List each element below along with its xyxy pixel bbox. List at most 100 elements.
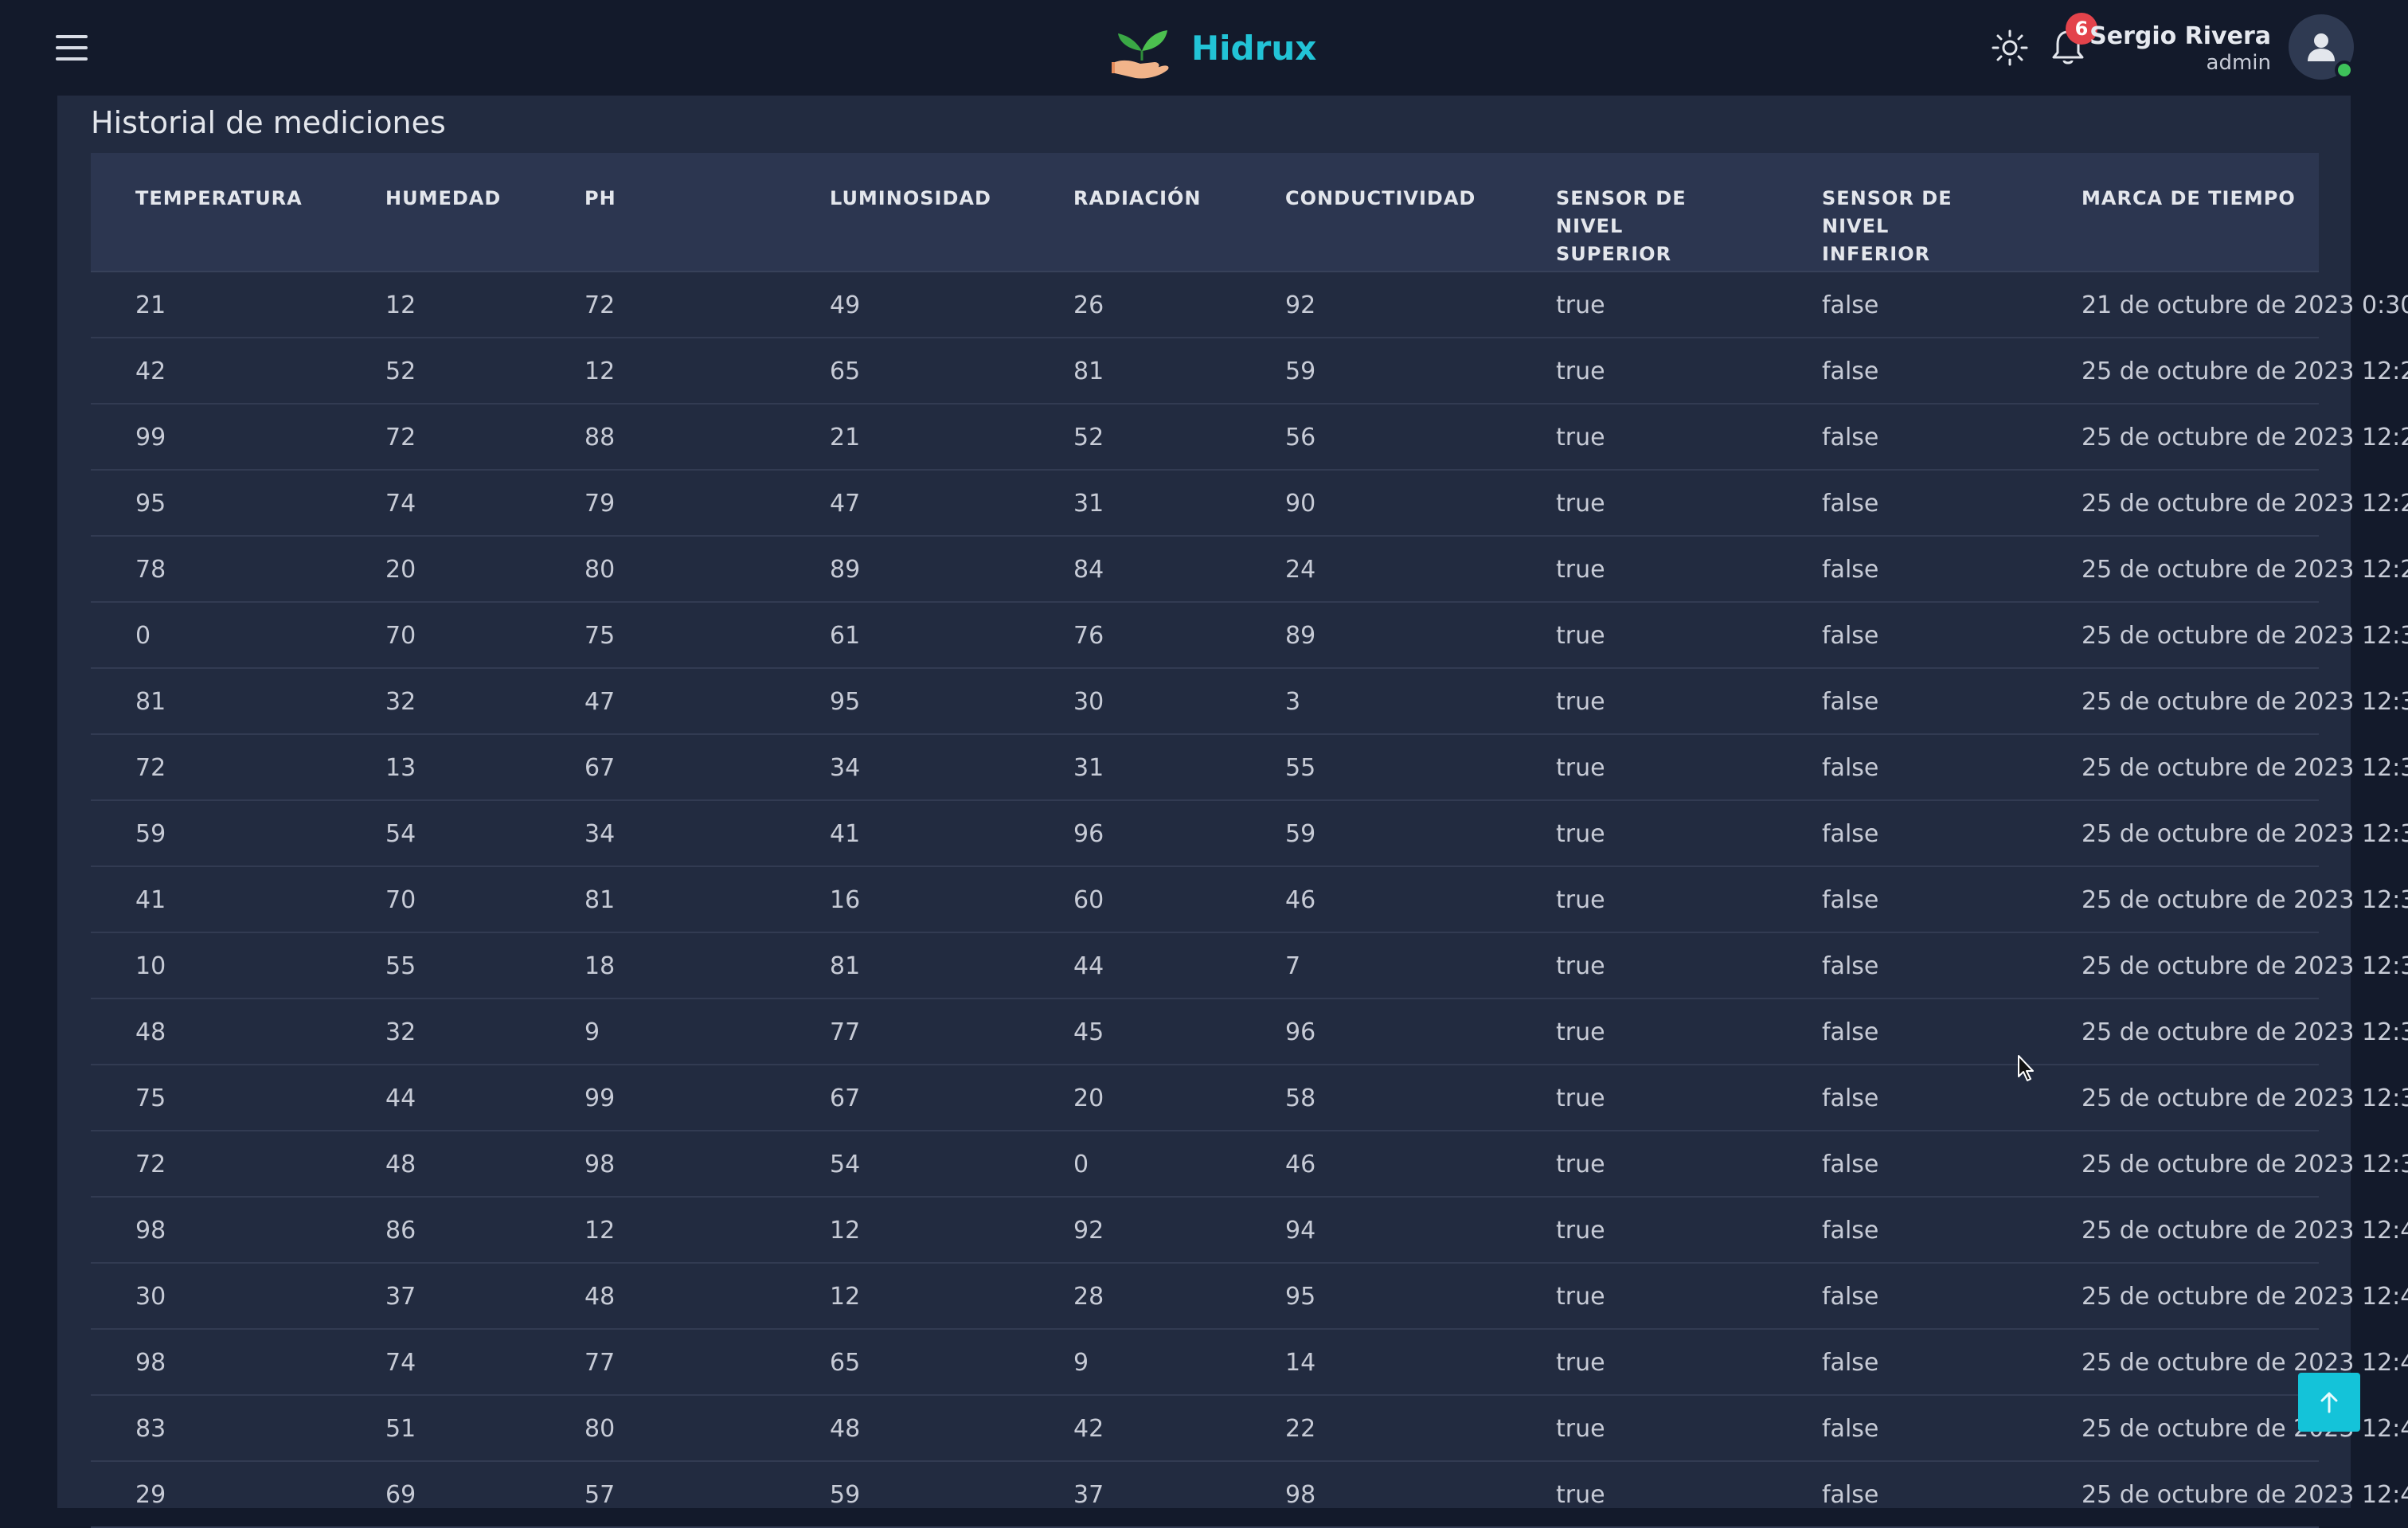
table-row[interactable]: 78 20 80 89 84 24 true false 25 de octubre de 20… [91, 537, 2408, 603]
cell-radiacion: 84 [1073, 556, 1104, 584]
cell-marca-de-tiempo: 25 de octubre de 2023 12:37 [2082, 1084, 2408, 1112]
cell-ph: 18 [584, 952, 616, 980]
cell-sensor-inferior: false [1822, 1415, 1879, 1443]
table-row[interactable]: 75 44 99 67 20 58 true false 25 de octubre de 20… [91, 1065, 2408, 1131]
cell-humedad: 70 [385, 622, 416, 650]
column-header-humedad[interactable]: HUMEDAD [385, 185, 561, 213]
brand[interactable]: Hidrux [1112, 14, 1316, 81]
cell-radiacion: 92 [1073, 1217, 1104, 1245]
cell-ph: 57 [584, 1481, 616, 1509]
cell-radiacion: 44 [1073, 952, 1104, 980]
cell-luminosidad: 47 [830, 490, 861, 518]
table-row[interactable]: 10 55 18 81 44 7 true false 25 de octubre de 202… [91, 933, 2408, 999]
cell-marca-de-tiempo: 25 de octubre de 2023 12:30 [2082, 622, 2408, 650]
plant-in-hand-logo [1112, 30, 1169, 79]
table-row[interactable]: 0 70 75 61 76 89 true false 25 de octubre de 202… [91, 603, 2408, 669]
cell-sensor-inferior: false [1822, 1018, 1879, 1046]
cell-radiacion: 60 [1073, 886, 1104, 914]
cell-sensor-inferior: false [1822, 820, 1879, 848]
cell-radiacion: 42 [1073, 1415, 1104, 1443]
cell-temperatura: 98 [135, 1349, 166, 1377]
top-navbar: Hidrux 6 Sergio Rivera admin [0, 0, 2408, 96]
table-row[interactable]: 83 51 80 48 42 22 true false 25 de octubre de 20… [91, 1396, 2408, 1462]
cell-sensor-superior: true [1556, 1415, 1605, 1443]
table-row[interactable]: 42 52 12 65 81 59 true false 25 de octubre de 20… [91, 338, 2408, 404]
cell-humedad: 13 [385, 754, 416, 782]
cell-humedad: 86 [385, 1217, 416, 1245]
cell-temperatura: 81 [135, 688, 166, 716]
cell-ph: 72 [584, 291, 616, 319]
cell-conductividad: 14 [1285, 1349, 1316, 1377]
cell-radiacion: 45 [1073, 1018, 1104, 1046]
menu-icon[interactable] [56, 35, 88, 61]
cell-conductividad: 24 [1285, 556, 1316, 584]
column-header-sensor-inferior[interactable]: SENSOR DE NIVEL INFERIOR [1822, 185, 1973, 268]
column-header-conductividad[interactable]: CONDUCTIVIDAD [1285, 185, 1524, 213]
cell-conductividad: 55 [1285, 754, 1316, 782]
cell-humedad: 37 [385, 1283, 416, 1311]
cell-luminosidad: 95 [830, 688, 861, 716]
cell-temperatura: 72 [135, 754, 166, 782]
cell-temperatura: 83 [135, 1415, 166, 1443]
cell-humedad: 54 [385, 820, 416, 848]
table-row[interactable]: 59 54 34 41 96 59 true false 25 de octubre de 20… [91, 801, 2408, 867]
table-row[interactable]: 72 13 67 34 31 55 true false 25 de octubre de 20… [91, 735, 2408, 801]
table-row[interactable]: 21 12 72 49 26 92 true false 21 de octubre de 20… [91, 272, 2408, 338]
table-row[interactable]: 30 37 48 12 28 95 true false 25 de octubre de 20… [91, 1264, 2408, 1330]
cell-sensor-superior: true [1556, 622, 1605, 650]
cell-ph: 9 [584, 1018, 600, 1046]
column-header-temperatura[interactable]: TEMPERATURA [135, 185, 326, 213]
cell-luminosidad: 65 [830, 358, 861, 385]
column-header-ph[interactable]: PH [584, 185, 696, 213]
cell-ph: 80 [584, 556, 616, 584]
cell-humedad: 74 [385, 1349, 416, 1377]
cell-temperatura: 59 [135, 820, 166, 848]
table-row[interactable]: 99 72 88 21 52 56 true false 25 de octubre de 20… [91, 404, 2408, 471]
cell-radiacion: 52 [1073, 424, 1104, 451]
cell-humedad: 74 [385, 490, 416, 518]
cell-luminosidad: 12 [830, 1217, 861, 1245]
table-row[interactable]: 95 74 79 47 31 90 true false 25 de octubre de 20… [91, 471, 2408, 537]
cell-radiacion: 81 [1073, 358, 1104, 385]
cell-marca-de-tiempo: 25 de octubre de 2023 12:21 [2082, 358, 2408, 385]
scroll-to-top-button[interactable] [2298, 1373, 2360, 1432]
cell-sensor-inferior: false [1822, 1283, 1879, 1311]
table-row[interactable]: 72 48 98 54 0 46 true false 25 de octubre de 202… [91, 1131, 2408, 1198]
cell-conductividad: 92 [1285, 291, 1316, 319]
table-row[interactable]: 98 86 12 12 92 94 true false 25 de octubre de 20… [91, 1198, 2408, 1264]
sun-icon[interactable] [1991, 29, 2029, 67]
cell-luminosidad: 77 [830, 1018, 861, 1046]
column-header-luminosidad[interactable]: LUMINOSIDAD [830, 185, 1037, 213]
cell-sensor-superior: true [1556, 886, 1605, 914]
table-row[interactable]: 48 32 9 77 45 96 true false 25 de octubre de 202… [91, 999, 2408, 1065]
cell-sensor-inferior: false [1822, 424, 1879, 451]
cell-sensor-superior: true [1556, 688, 1605, 716]
table-row[interactable]: 41 70 81 16 60 46 true false 25 de octubre de 20… [91, 867, 2408, 933]
cell-radiacion: 37 [1073, 1481, 1104, 1509]
cell-luminosidad: 61 [830, 622, 861, 650]
cell-radiacion: 96 [1073, 820, 1104, 848]
cell-sensor-inferior: false [1822, 754, 1879, 782]
cell-marca-de-tiempo: 25 de octubre de 2023 12:42 [2082, 1349, 2408, 1377]
cell-humedad: 44 [385, 1084, 416, 1112]
cell-temperatura: 0 [135, 622, 151, 650]
cell-temperatura: 75 [135, 1084, 166, 1112]
cell-sensor-inferior: false [1822, 1481, 1879, 1509]
cell-ph: 47 [584, 688, 616, 716]
table-row[interactable]: 81 32 47 95 30 3 true false 25 de octubre de 202… [91, 669, 2408, 735]
cell-sensor-superior: true [1556, 952, 1605, 980]
column-header-marca-de-tiempo[interactable]: MARCA DE TIEMPO [2082, 185, 2320, 213]
cell-sensor-inferior: false [1822, 556, 1879, 584]
cell-conductividad: 46 [1285, 1151, 1316, 1178]
table-row[interactable]: 29 69 57 59 37 98 true false 25 de octubre de 20… [91, 1462, 2408, 1528]
cell-temperatura: 72 [135, 1151, 166, 1178]
column-header-sensor-superior[interactable]: SENSOR DE NIVEL SUPERIOR [1556, 185, 1707, 268]
cell-marca-de-tiempo: 25 de octubre de 2023 12:34 [2082, 886, 2408, 914]
cell-sensor-inferior: false [1822, 490, 1879, 518]
cell-luminosidad: 65 [830, 1349, 861, 1377]
cell-sensor-inferior: false [1822, 1217, 1879, 1245]
user-role: admin [2206, 51, 2271, 75]
table-row[interactable]: 98 74 77 65 9 14 true false 25 de octubre de 202… [91, 1330, 2408, 1396]
column-header-radiacion[interactable]: RADIACIÓN [1073, 185, 1249, 213]
cell-ph: 12 [584, 1217, 616, 1245]
